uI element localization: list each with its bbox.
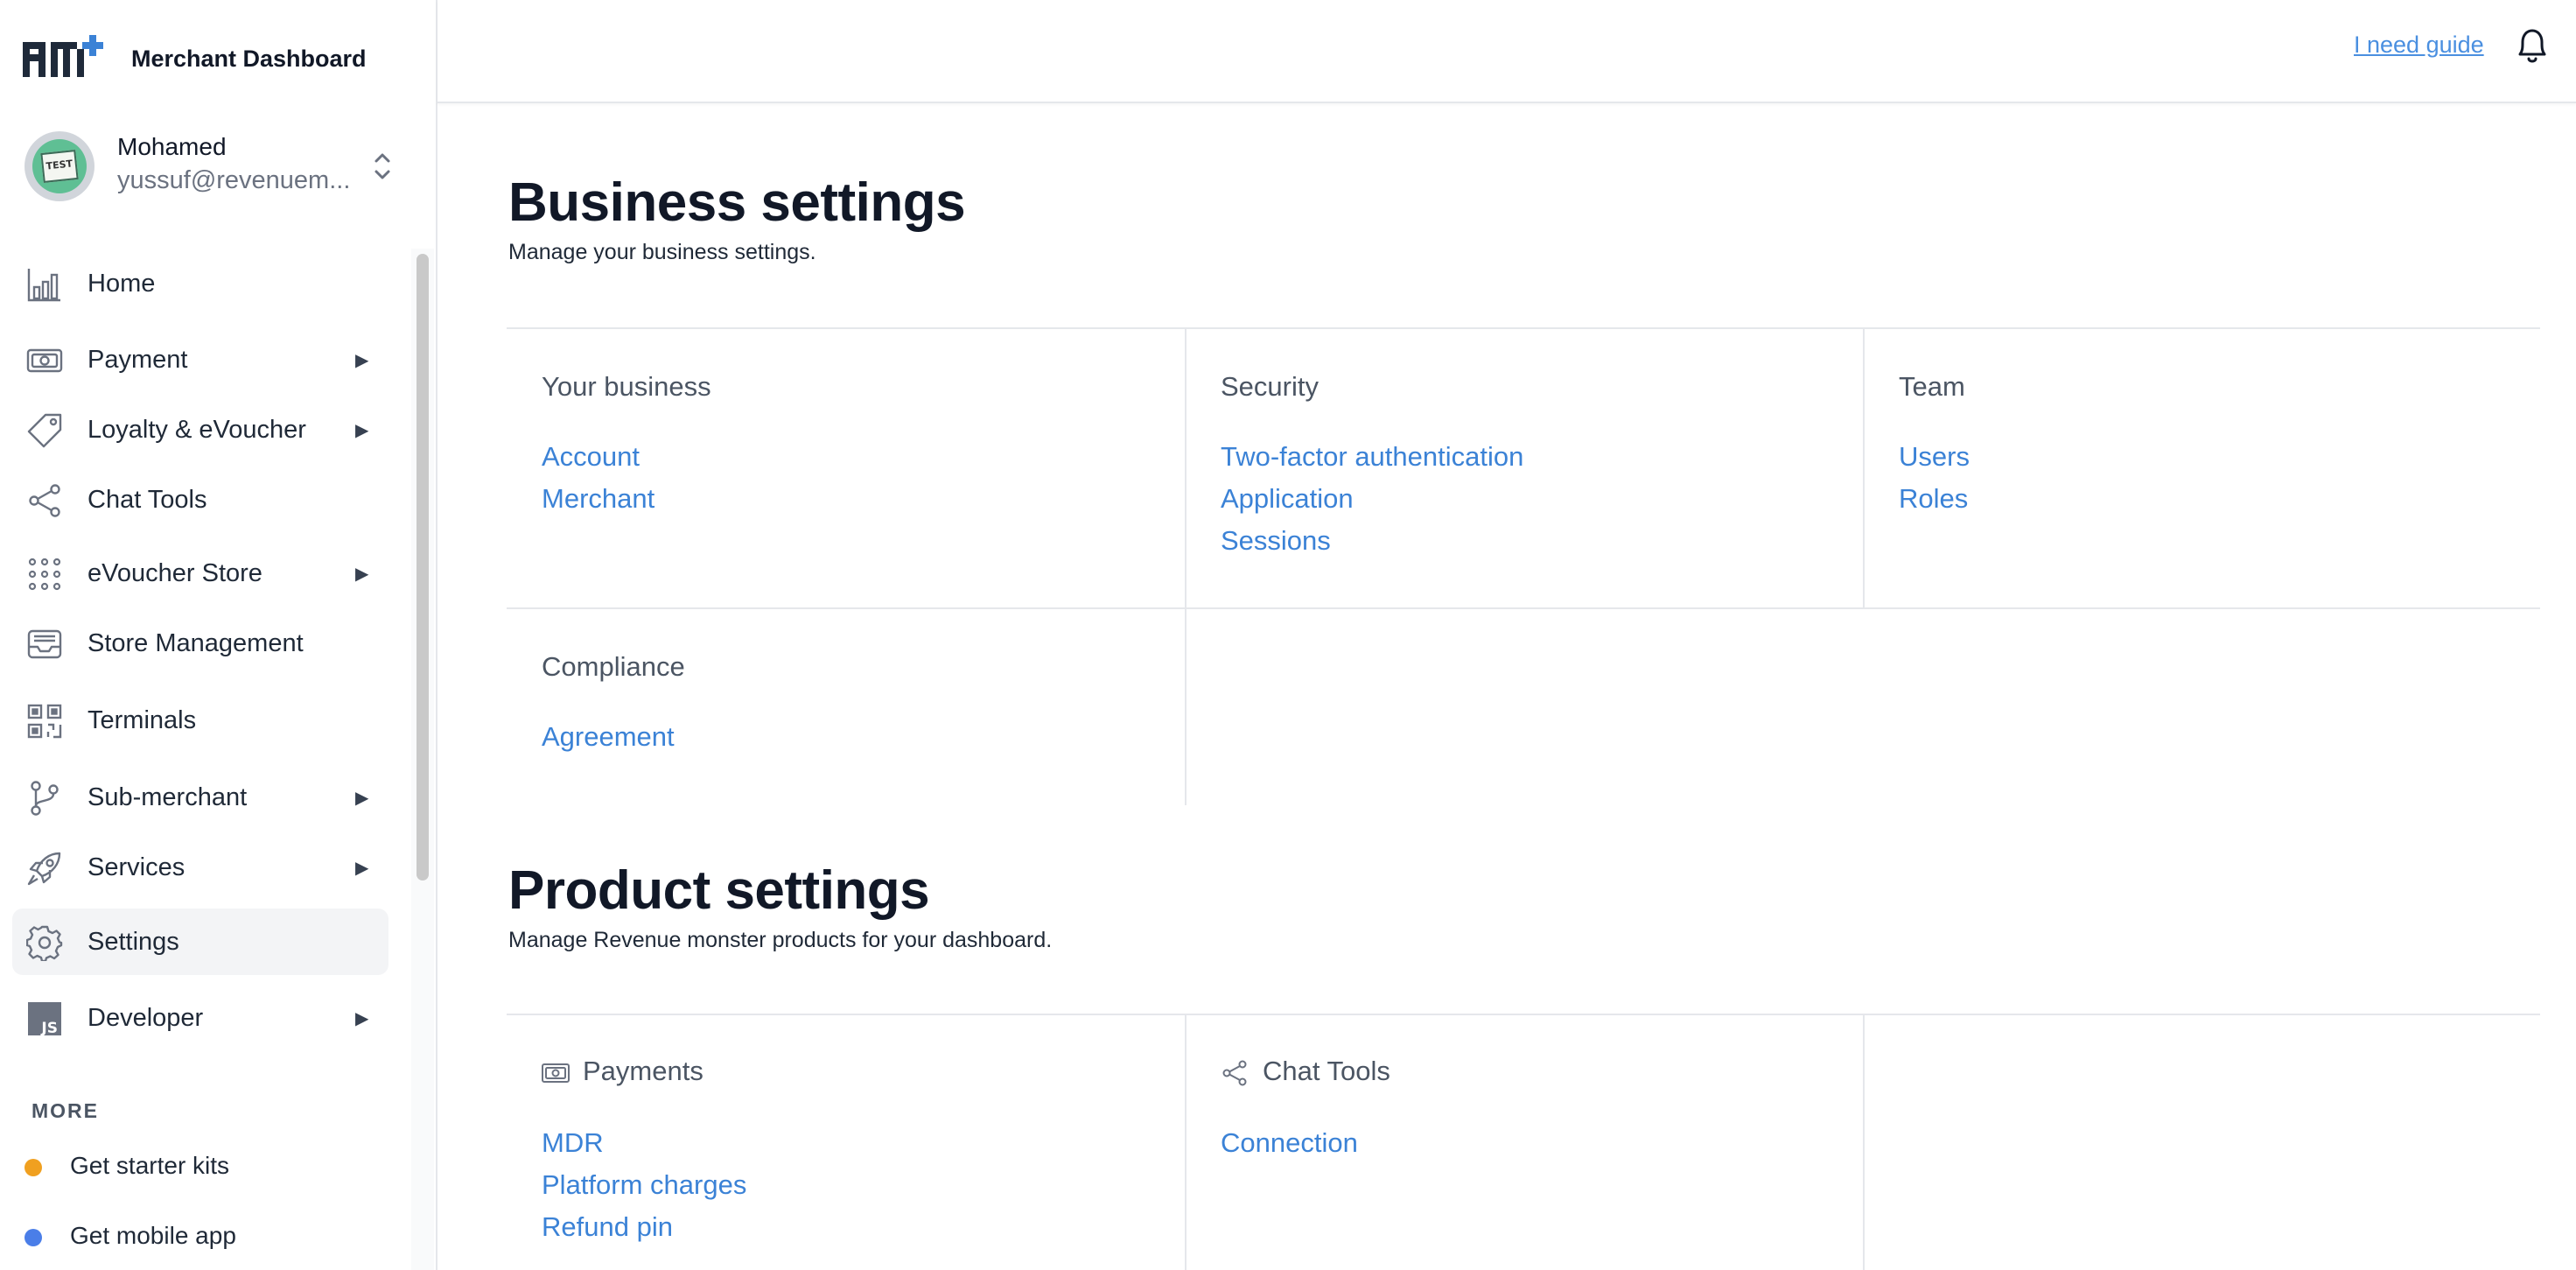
sidebar-item-label: Settings (88, 928, 179, 956)
sidebar-item-chat-tools[interactable]: Chat Tools (12, 467, 388, 533)
sidebar: Merchant Dashboard TEST Mohamed yussuf@r… (0, 0, 438, 1270)
divider (1863, 1015, 1865, 1270)
sidebar-item-terminals[interactable]: Terminals (12, 687, 388, 754)
brand-title: Merchant Dashboard (131, 46, 367, 72)
chevron-up-down-icon[interactable] (371, 149, 394, 184)
sidebar-item-evoucher-store[interactable]: eVoucher Store ▶ (12, 540, 388, 607)
link-platform-charges[interactable]: Platform charges (542, 1169, 746, 1201)
sidebar-scrollbar-thumb[interactable] (416, 254, 429, 881)
group-title-security: Security (1221, 371, 1319, 402)
link-application[interactable]: Application (1221, 483, 1354, 515)
caret-right-icon: ▶ (355, 1009, 369, 1028)
link-two-factor-auth[interactable]: Two-factor authentication (1221, 441, 1523, 473)
profile-email: yussuf@revenuem... (117, 166, 351, 194)
more-item-label: Get mobile app (70, 1222, 236, 1249)
rocket-icon (27, 852, 61, 886)
group-title-chat-tools: Chat Tools (1263, 1056, 1390, 1086)
sidebar-item-label: Home (88, 270, 156, 298)
avatar: TEST (24, 131, 94, 201)
qr-code-icon (27, 704, 62, 739)
sidebar-item-loyalty[interactable]: Loyalty & eVoucher ▶ (12, 396, 388, 463)
divider (507, 1014, 2540, 1015)
business-settings-title: Business settings (508, 172, 966, 233)
link-merchant[interactable]: Merchant (542, 483, 654, 515)
sidebar-item-payment[interactable]: Payment ▶ (12, 326, 388, 393)
link-refund-pin[interactable]: Refund pin (542, 1211, 673, 1243)
tag-icon (27, 413, 62, 448)
sidebar-item-home[interactable]: Home (12, 250, 388, 317)
sidebar-item-label: Sub-merchant (88, 783, 248, 811)
group-title-compliance: Compliance (542, 651, 685, 682)
git-branch-icon (31, 781, 59, 816)
avatar-text: TEST (40, 150, 79, 183)
banknote-icon (542, 1063, 570, 1083)
caret-right-icon: ▶ (355, 351, 369, 370)
top-bar (438, 0, 2576, 103)
share-icon (29, 484, 60, 517)
js-icon: JS (28, 1002, 61, 1037)
product-settings-subtitle: Manage Revenue monster products for your… (508, 928, 1053, 952)
sidebar-item-settings[interactable]: Settings (12, 909, 388, 975)
sidebar-item-label: Loyalty & eVoucher (88, 416, 306, 444)
guide-link[interactable]: I need guide (2354, 32, 2484, 59)
status-dot (24, 1159, 42, 1176)
divider (1185, 329, 1186, 805)
link-sessions[interactable]: Sessions (1221, 525, 1331, 557)
divider (1863, 329, 1865, 607)
product-settings-title: Product settings (508, 860, 930, 921)
link-account[interactable]: Account (542, 441, 640, 473)
sidebar-item-label: Store Management (88, 629, 304, 657)
link-agreement[interactable]: Agreement (542, 721, 675, 753)
sidebar-item-label: eVoucher Store (88, 559, 262, 587)
account-switcher[interactable]: TEST Mohamed yussuf@revenuem... (24, 130, 401, 201)
more-section-header: MORE (32, 1099, 99, 1122)
sidebar-item-label: Developer (88, 1004, 204, 1032)
bar-chart-icon (27, 269, 60, 302)
divider (507, 327, 2540, 329)
status-dot (24, 1229, 42, 1246)
sidebar-item-store-management[interactable]: Store Management (12, 610, 388, 677)
sidebar-item-label: Terminals (88, 706, 197, 734)
banknote-icon (26, 348, 63, 373)
rm-logo-icon (23, 35, 103, 77)
gear-icon (26, 925, 63, 961)
sidebar-item-label: Payment (88, 346, 188, 374)
sidebar-item-label: Services (88, 853, 186, 881)
divider (1185, 1015, 1186, 1270)
bell-icon[interactable] (2513, 25, 2552, 67)
more-item-label: Get starter kits (70, 1152, 230, 1179)
caret-right-icon: ▶ (355, 789, 369, 808)
link-mdr[interactable]: MDR (542, 1127, 604, 1159)
link-users[interactable]: Users (1899, 441, 1970, 473)
grid-dots-icon (28, 558, 61, 591)
group-title-your-business: Your business (542, 371, 711, 402)
link-connection[interactable]: Connection (1221, 1127, 1358, 1159)
business-settings-subtitle: Manage your business settings. (508, 240, 816, 264)
caret-right-icon: ▶ (355, 421, 369, 440)
divider (507, 607, 2540, 609)
profile-name: Mohamed (117, 133, 227, 160)
group-title-team: Team (1899, 371, 1965, 402)
caret-right-icon: ▶ (355, 565, 369, 584)
group-title-payments: Payments (583, 1056, 704, 1086)
inbox-icon (27, 629, 62, 659)
sidebar-item-label: Chat Tools (88, 486, 207, 514)
brand-logo[interactable] (23, 35, 110, 84)
svg-text:JS: JS (40, 1020, 58, 1037)
share-icon (1222, 1060, 1247, 1086)
link-roles[interactable]: Roles (1899, 483, 1968, 515)
sidebar-item-developer[interactable]: JS Developer ▶ (12, 985, 388, 1051)
caret-right-icon: ▶ (355, 859, 369, 878)
sidebar-item-sub-merchant[interactable]: Sub-merchant ▶ (12, 764, 388, 831)
sidebar-item-services[interactable]: Services ▶ (12, 834, 388, 901)
